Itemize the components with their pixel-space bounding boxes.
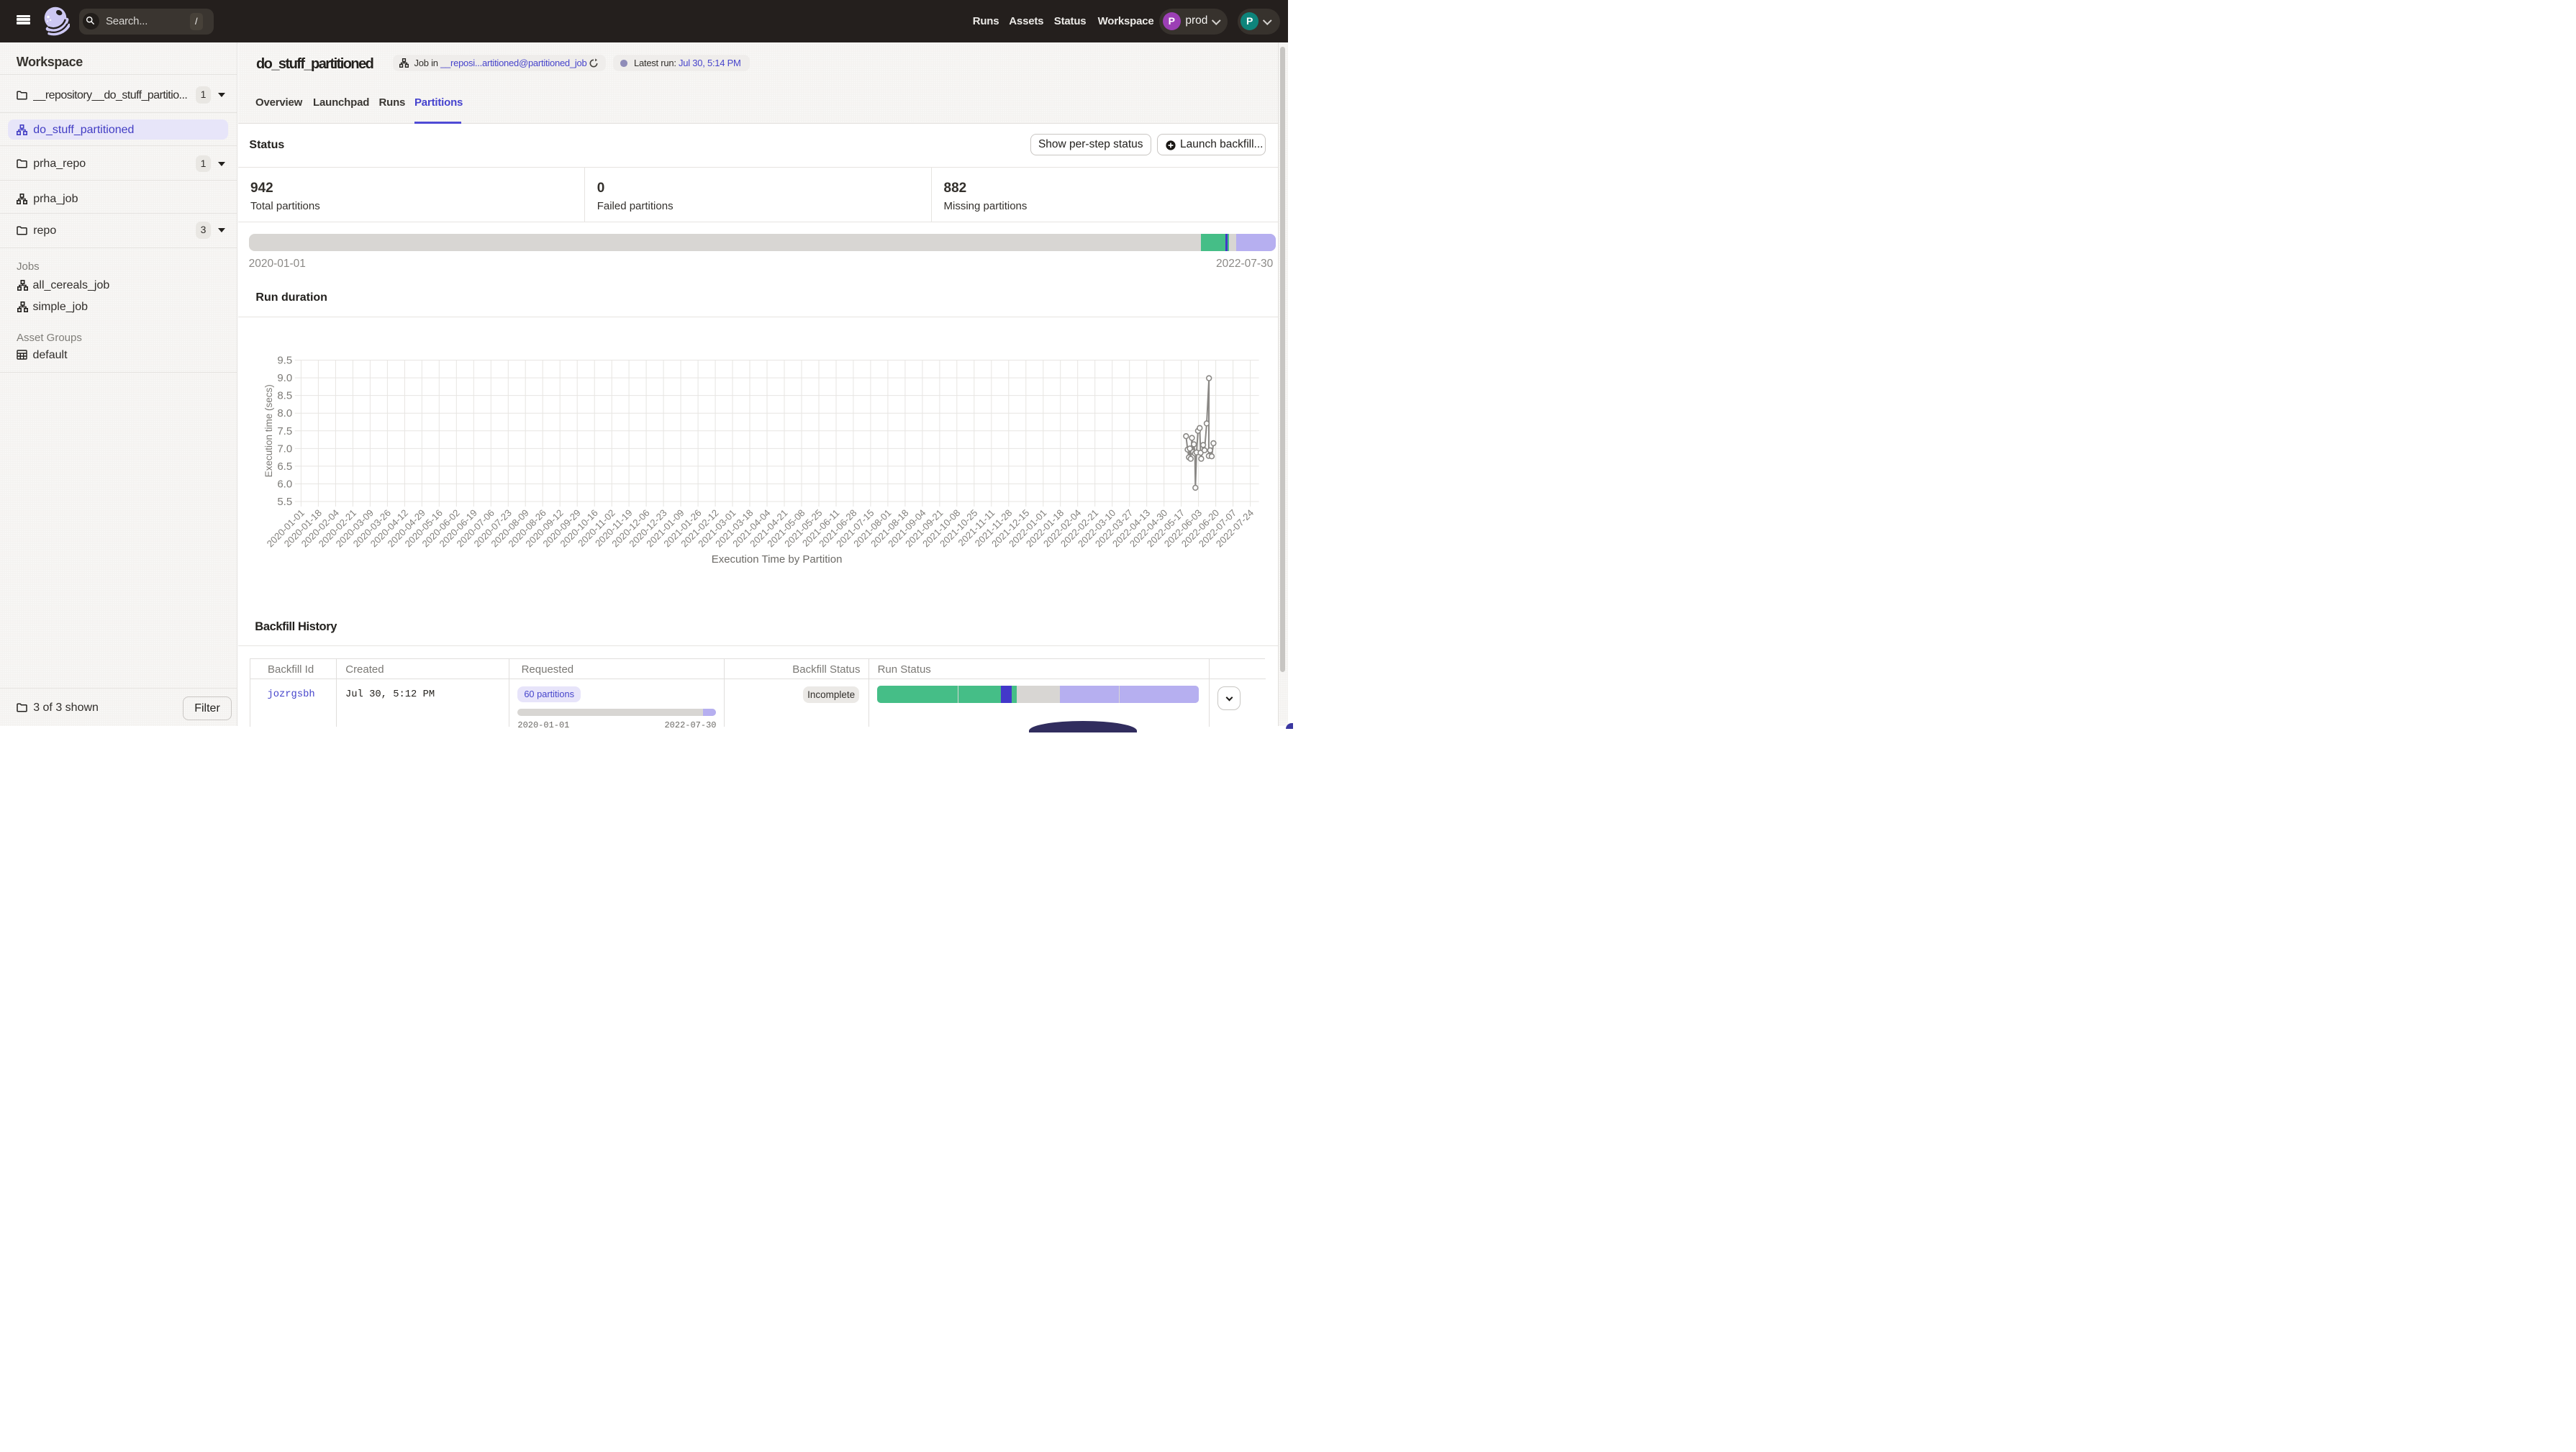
svg-text:9.5: 9.5 — [277, 354, 292, 366]
svg-text:6.0: 6.0 — [277, 478, 292, 490]
svg-text:7.0: 7.0 — [277, 443, 292, 455]
svg-text:8.5: 8.5 — [277, 389, 292, 401]
svg-text:9.0: 9.0 — [277, 372, 292, 384]
svg-text:5.5: 5.5 — [277, 496, 292, 508]
svg-text:6.5: 6.5 — [277, 460, 292, 473]
svg-text:7.5: 7.5 — [277, 425, 292, 437]
svg-text:8.0: 8.0 — [277, 407, 292, 419]
svg-text:Execution Time by Partition: Execution Time by Partition — [712, 553, 843, 566]
svg-text:Execution time (secs): Execution time (secs) — [263, 384, 274, 477]
